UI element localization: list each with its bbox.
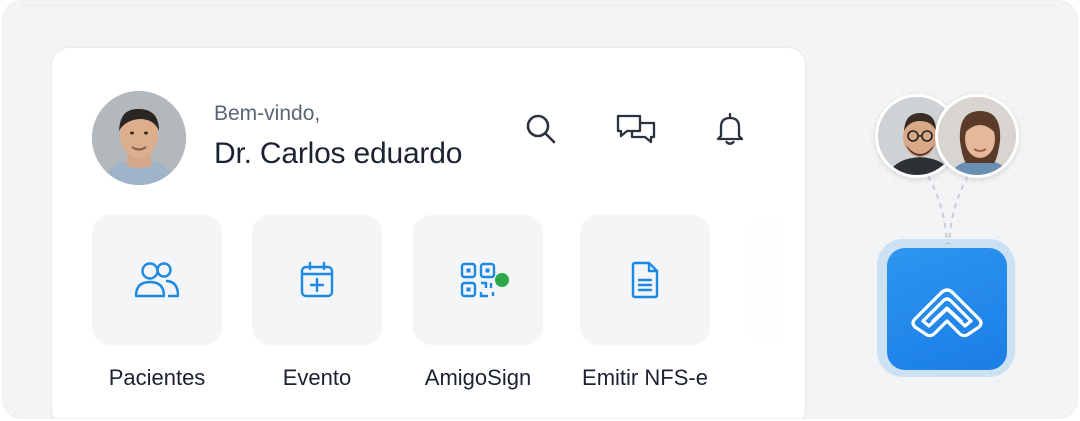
messages-button[interactable] (614, 110, 658, 148)
greeting-text: Bem-vindo, (214, 102, 321, 125)
avatar[interactable] (92, 91, 186, 185)
bell-icon (716, 112, 744, 145)
shortcut-row: Pacientes Evento AmigoSign Emitir NFS-e (92, 205, 805, 418)
qr-code-icon (460, 262, 496, 298)
shortcut-label: Pacientes (108, 365, 206, 390)
participants-group (875, 94, 1025, 184)
shortcut-pacientes[interactable] (92, 215, 222, 345)
search-button[interactable] (522, 110, 560, 148)
amigo-logo-icon (911, 288, 983, 338)
calendar-plus-icon (300, 261, 334, 298)
home-card: Bem-vindo, Dr. Carlos eduardo Pacientes … (51, 47, 806, 418)
chat-icon (616, 114, 656, 144)
shortcut-evento[interactable] (252, 215, 382, 345)
status-dot (495, 273, 509, 287)
users-icon (134, 262, 180, 298)
user-name: Dr. Carlos eduardo (214, 137, 463, 170)
scroll-fade (705, 205, 805, 418)
shortcut-label: AmigoSign (424, 365, 532, 390)
document-icon (631, 261, 659, 299)
notifications-button[interactable] (711, 110, 749, 148)
connector-lines (927, 176, 969, 245)
participant-avatar[interactable] (935, 94, 1019, 178)
shortcut-emitir-nfse[interactable] (580, 215, 710, 345)
shortcut-label: Evento (282, 365, 352, 390)
app-logo-button[interactable] (887, 248, 1007, 370)
search-icon (526, 114, 556, 144)
shortcut-amigosign[interactable] (413, 215, 543, 345)
canvas: Bem-vindo, Dr. Carlos eduardo Pacientes … (2, 0, 1078, 419)
